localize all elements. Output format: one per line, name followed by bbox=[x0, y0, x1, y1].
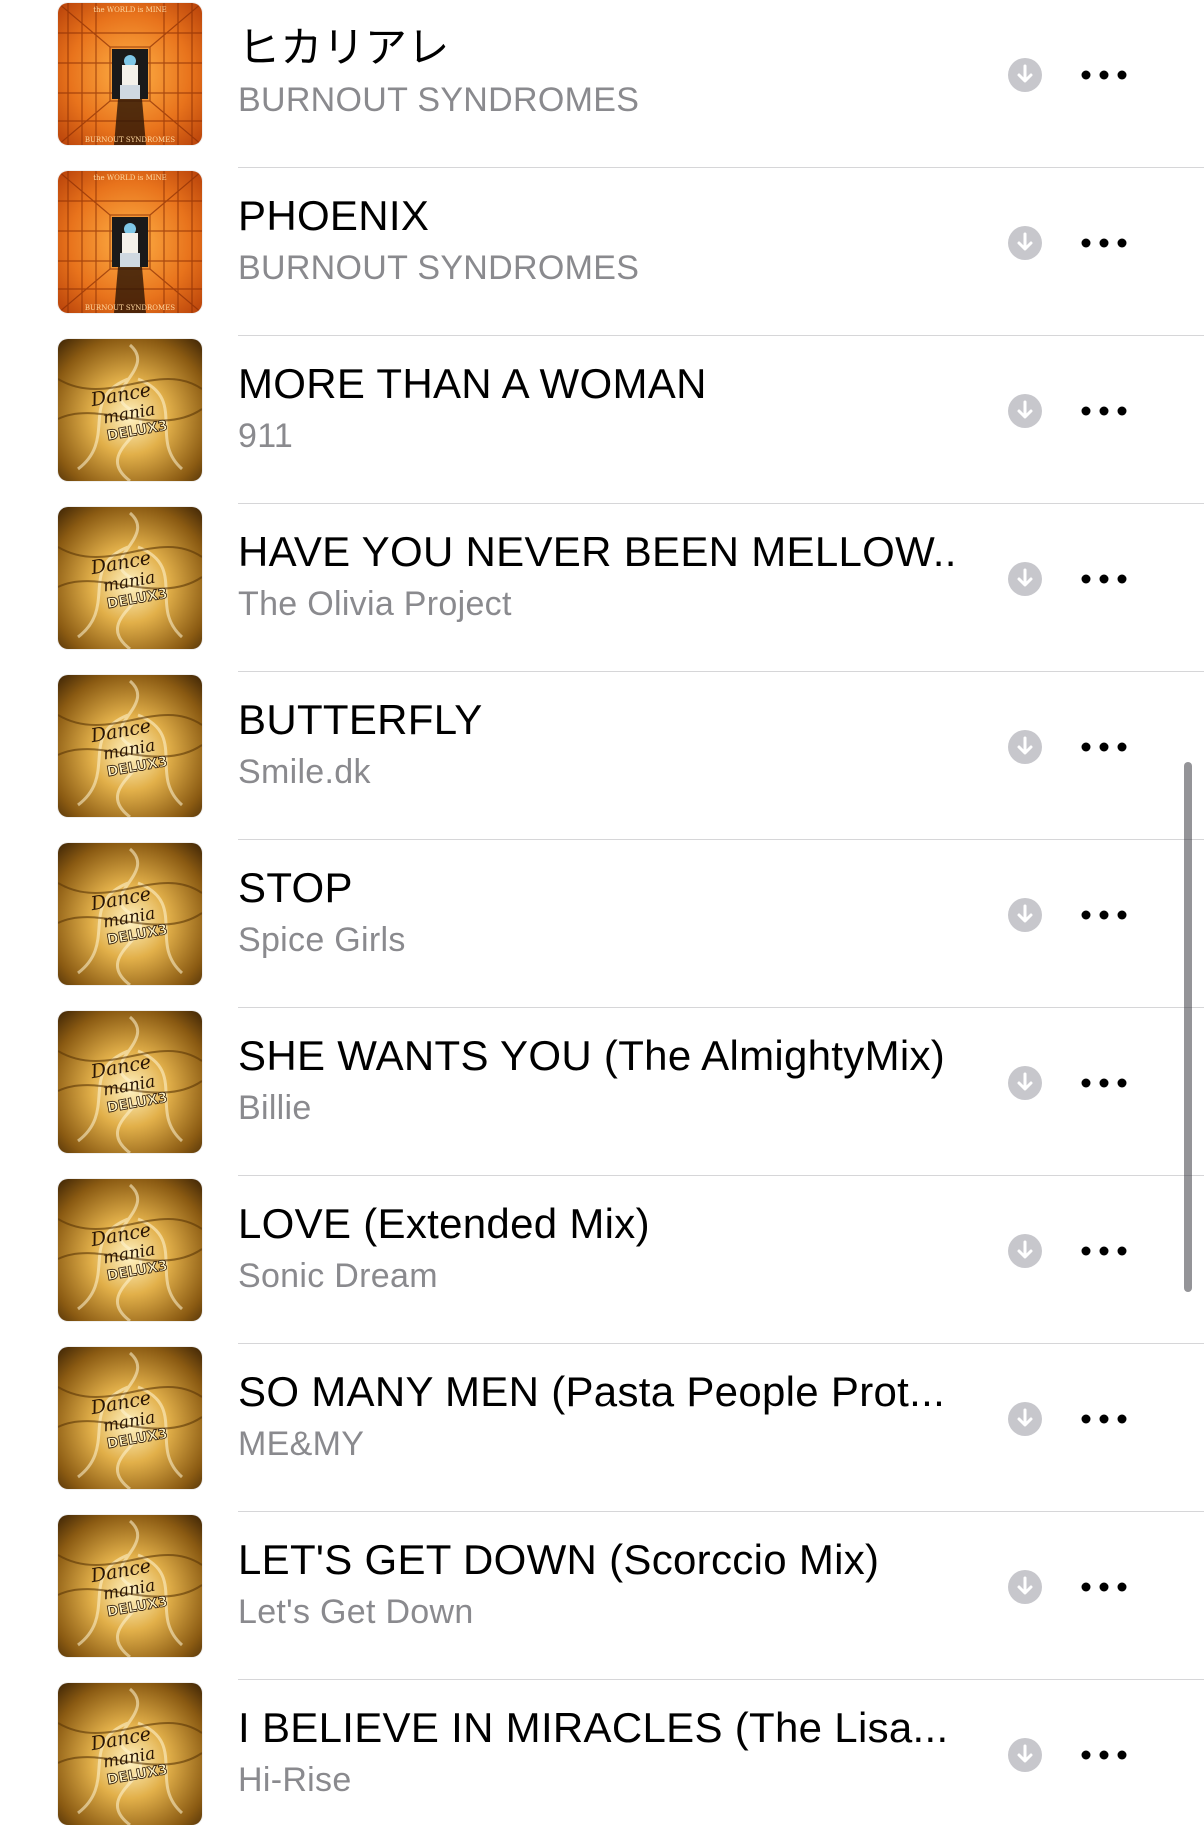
dancemania-delux-3-album-art: Dance mania DELUX3 bbox=[58, 1683, 202, 1825]
more-options-icon[interactable] bbox=[1074, 1734, 1134, 1776]
dancemania-delux-3-album-art: Dance mania DELUX3 bbox=[58, 507, 202, 649]
more-options-icon[interactable] bbox=[1074, 390, 1134, 432]
song-row[interactable]: Dance mania DELUX3 LOVE (Extended Mix) S… bbox=[0, 1176, 1204, 1344]
song-artist[interactable]: Spice Girls bbox=[238, 919, 958, 961]
more-options-icon[interactable] bbox=[1074, 894, 1134, 936]
album-artwork[interactable]: the WORLD is MINE BURNOUT SYNDROMES bbox=[58, 171, 202, 313]
album-artwork[interactable]: Dance mania DELUX3 bbox=[58, 339, 202, 481]
song-row[interactable]: Dance mania DELUX3 HAVE YOU NEVER BEEN M… bbox=[0, 504, 1204, 672]
download-icon[interactable] bbox=[1008, 730, 1042, 764]
song-artist[interactable]: The Olivia Project bbox=[238, 583, 958, 625]
song-title[interactable]: I BELIEVE IN MIRACLES (The Lisa... bbox=[238, 1702, 958, 1754]
song-title[interactable]: SHE WANTS YOU (The AlmightyMix) bbox=[238, 1030, 958, 1082]
song-row[interactable]: Dance mania DELUX3 SO MANY MEN (Pasta Pe… bbox=[0, 1344, 1204, 1512]
dancemania-delux-3-album-art: Dance mania DELUX3 bbox=[58, 843, 202, 985]
song-list: the WORLD is MINE BURNOUT SYNDROMES ヒカリア… bbox=[0, 0, 1204, 1825]
download-icon[interactable] bbox=[1008, 1738, 1042, 1772]
download-icon[interactable] bbox=[1008, 562, 1042, 596]
dancemania-delux-3-album-art: Dance mania DELUX3 bbox=[58, 339, 202, 481]
song-row[interactable]: Dance mania DELUX3 BUTTERFLY Smile.dk bbox=[0, 672, 1204, 840]
album-artwork[interactable]: Dance mania DELUX3 bbox=[58, 843, 202, 985]
song-artist[interactable]: 911 bbox=[238, 415, 958, 457]
song-artist[interactable]: Let's Get Down bbox=[238, 1591, 958, 1633]
more-options-icon[interactable] bbox=[1074, 558, 1134, 600]
download-icon[interactable] bbox=[1008, 898, 1042, 932]
burnout-syndromes-album-art: the WORLD is MINE BURNOUT SYNDROMES bbox=[58, 3, 202, 145]
download-icon[interactable] bbox=[1008, 394, 1042, 428]
more-options-icon[interactable] bbox=[1074, 1398, 1134, 1440]
download-icon[interactable] bbox=[1008, 58, 1042, 92]
album-artwork[interactable]: Dance mania DELUX3 bbox=[58, 1515, 202, 1657]
song-title[interactable]: LOVE (Extended Mix) bbox=[238, 1198, 958, 1250]
download-icon[interactable] bbox=[1008, 226, 1042, 260]
svg-text:the WORLD is MINE: the WORLD is MINE bbox=[93, 174, 167, 182]
song-title[interactable]: STOP bbox=[238, 862, 958, 914]
more-options-icon[interactable] bbox=[1074, 1566, 1134, 1608]
more-options-icon[interactable] bbox=[1074, 1062, 1134, 1104]
download-icon[interactable] bbox=[1008, 1402, 1042, 1436]
song-artist[interactable]: Hi-Rise bbox=[238, 1759, 958, 1801]
song-row[interactable]: Dance mania DELUX3 SHE WANTS YOU (The Al… bbox=[0, 1008, 1204, 1176]
svg-text:BURNOUT SYNDROMES: BURNOUT SYNDROMES bbox=[85, 136, 175, 144]
song-title[interactable]: ヒカリアレ bbox=[238, 22, 958, 74]
svg-text:BURNOUT SYNDROMES: BURNOUT SYNDROMES bbox=[85, 304, 175, 312]
dancemania-delux-3-album-art: Dance mania DELUX3 bbox=[58, 675, 202, 817]
download-icon[interactable] bbox=[1008, 1066, 1042, 1100]
song-row[interactable]: Dance mania DELUX3 I BELIEVE IN MIRACLES… bbox=[0, 1680, 1204, 1825]
song-row[interactable]: the WORLD is MINE BURNOUT SYNDROMES PHOE… bbox=[0, 168, 1204, 336]
dancemania-delux-3-album-art: Dance mania DELUX3 bbox=[58, 1011, 202, 1153]
song-title[interactable]: HAVE YOU NEVER BEEN MELLOW... bbox=[238, 526, 958, 578]
dancemania-delux-3-album-art: Dance mania DELUX3 bbox=[58, 1515, 202, 1657]
song-artist[interactable]: ME&MY bbox=[238, 1423, 958, 1465]
song-artist[interactable]: Sonic Dream bbox=[238, 1255, 958, 1297]
album-artwork[interactable]: Dance mania DELUX3 bbox=[58, 1347, 202, 1489]
song-artist[interactable]: Smile.dk bbox=[238, 751, 958, 793]
download-icon[interactable] bbox=[1008, 1234, 1042, 1268]
download-icon[interactable] bbox=[1008, 1570, 1042, 1604]
scrollbar[interactable] bbox=[1184, 762, 1192, 1292]
song-artist[interactable]: Billie bbox=[238, 1087, 958, 1129]
burnout-syndromes-album-art: the WORLD is MINE BURNOUT SYNDROMES bbox=[58, 171, 202, 313]
song-row[interactable]: the WORLD is MINE BURNOUT SYNDROMES ヒカリア… bbox=[0, 0, 1204, 168]
album-artwork[interactable]: Dance mania DELUX3 bbox=[58, 1683, 202, 1825]
more-options-icon[interactable] bbox=[1074, 222, 1134, 264]
more-options-icon[interactable] bbox=[1074, 1230, 1134, 1272]
song-title[interactable]: SO MANY MEN (Pasta People Prot... bbox=[238, 1366, 958, 1418]
album-artwork[interactable]: Dance mania DELUX3 bbox=[58, 1011, 202, 1153]
song-title[interactable]: PHOENIX bbox=[238, 190, 958, 242]
song-artist[interactable]: BURNOUT SYNDROMES bbox=[238, 79, 958, 121]
song-title[interactable]: LET'S GET DOWN (Scorccio Mix) bbox=[238, 1534, 958, 1586]
song-artist[interactable]: BURNOUT SYNDROMES bbox=[238, 247, 958, 289]
more-options-icon[interactable] bbox=[1074, 54, 1134, 96]
dancemania-delux-3-album-art: Dance mania DELUX3 bbox=[58, 1179, 202, 1321]
song-row[interactable]: Dance mania DELUX3 LET'S GET DOWN (Scorc… bbox=[0, 1512, 1204, 1680]
more-options-icon[interactable] bbox=[1074, 726, 1134, 768]
song-title[interactable]: MORE THAN A WOMAN bbox=[238, 358, 958, 410]
song-row[interactable]: Dance mania DELUX3 STOP Spice Girls bbox=[0, 840, 1204, 1008]
song-title[interactable]: BUTTERFLY bbox=[238, 694, 958, 746]
album-artwork[interactable]: Dance mania DELUX3 bbox=[58, 507, 202, 649]
song-row[interactable]: Dance mania DELUX3 MORE THAN A WOMAN 911 bbox=[0, 336, 1204, 504]
dancemania-delux-3-album-art: Dance mania DELUX3 bbox=[58, 1347, 202, 1489]
svg-text:the WORLD is MINE: the WORLD is MINE bbox=[93, 6, 167, 14]
album-artwork[interactable]: Dance mania DELUX3 bbox=[58, 1179, 202, 1321]
album-artwork[interactable]: Dance mania DELUX3 bbox=[58, 675, 202, 817]
album-artwork[interactable]: the WORLD is MINE BURNOUT SYNDROMES bbox=[58, 3, 202, 145]
